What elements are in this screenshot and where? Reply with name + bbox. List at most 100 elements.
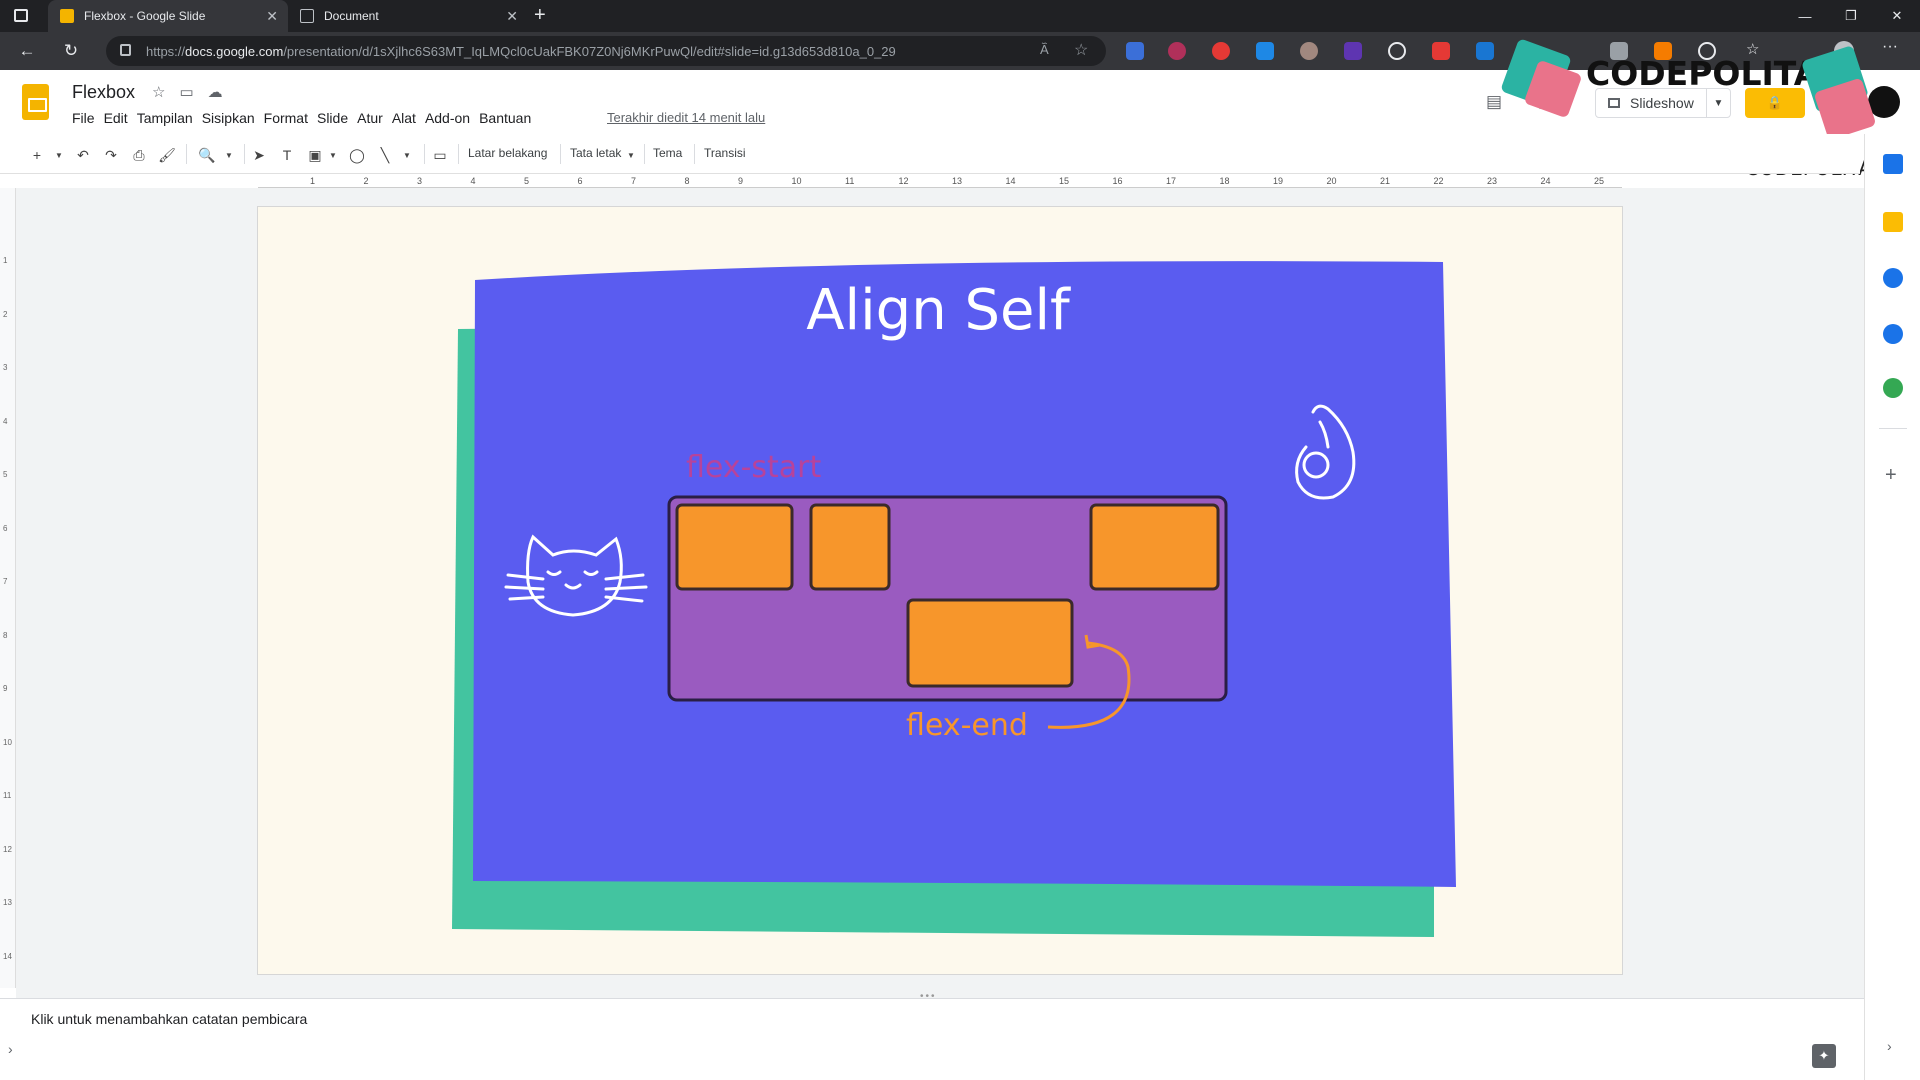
tab-document[interactable]: Document ✕ <box>288 0 528 32</box>
new-slide-icon[interactable]: + <box>26 144 48 166</box>
vertical-ruler[interactable]: 1 2 3 4 5 6 7 8 9 10 11 12 13 14 <box>0 188 16 988</box>
print-icon[interactable]: ⎙ <box>128 144 150 166</box>
keep-icon[interactable] <box>1883 212 1903 232</box>
background-button[interactable]: Latar belakang <box>468 146 547 160</box>
theme-button[interactable]: Tema <box>653 146 682 160</box>
menu-bar: File Edit Tampilan Sisipkan Format Slide… <box>72 110 540 126</box>
tab-flexbox[interactable]: Flexbox - Google Slide ✕ <box>48 0 288 32</box>
reload-icon[interactable]: ↻ <box>58 38 84 64</box>
minimize-icon[interactable]: — <box>1782 0 1828 32</box>
flex-item-2 <box>809 503 891 591</box>
slide-canvas[interactable]: Align Self flex-start flex-end <box>257 206 1623 975</box>
extension-icon[interactable] <box>1300 42 1318 60</box>
ruler-tick-label: 12 <box>898 176 909 186</box>
ruler-tick-label: 2 <box>3 309 8 319</box>
transition-button[interactable]: Transisi <box>704 146 746 160</box>
ruler-tick-label: 1 <box>3 256 8 265</box>
horizontal-ruler[interactable]: 1 2 3 4 5 6 7 8 9 10 11 12 13 14 15 16 17 18 19 20 21 22 23 24 2… <box>258 176 1622 188</box>
menu-file[interactable]: File <box>72 110 95 126</box>
ruler-tick-label: 3 <box>417 176 423 186</box>
maps-icon[interactable] <box>1883 378 1903 398</box>
extension-icon[interactable] <box>1168 42 1186 60</box>
back-icon[interactable]: ← <box>14 38 40 64</box>
chevron-down-icon[interactable]: ▼ <box>322 144 344 166</box>
ruler-tick-label: 9 <box>3 684 8 693</box>
contacts-icon[interactable] <box>1883 324 1903 344</box>
translate-extension-icon[interactable] <box>1126 42 1144 60</box>
chevron-down-icon[interactable]: ▼ <box>396 144 418 166</box>
close-window-icon[interactable]: ✕ <box>1874 0 1920 32</box>
url-field[interactable]: https://docs.google.com/presentation/d/1… <box>106 36 1106 66</box>
menu-tools[interactable]: Alat <box>392 110 416 126</box>
close-tab-icon[interactable]: ✕ <box>506 8 518 25</box>
chevron-down-icon[interactable]: ▼ <box>620 144 642 166</box>
zoom-icon[interactable]: 🔍 <box>196 144 218 166</box>
adblock-extension-icon[interactable] <box>1432 42 1450 60</box>
document-title[interactable]: Flexbox <box>72 82 135 103</box>
move-folder-icon[interactable]: ▭ <box>179 83 193 101</box>
tasks-icon[interactable] <box>1883 268 1903 288</box>
star-icon[interactable]: ☆ <box>152 83 165 101</box>
divider <box>694 144 695 164</box>
chevron-down-icon[interactable]: ▼ <box>218 144 240 166</box>
last-edit-link[interactable]: Terakhir diedit 14 menit lalu <box>607 110 765 125</box>
lock-icon <box>120 44 131 56</box>
ruler-tick-label: 7 <box>631 176 637 186</box>
react-extension-icon[interactable] <box>1388 42 1406 60</box>
explore-icon[interactable]: ✦ <box>1812 1044 1836 1068</box>
ruler-tick-label: 4 <box>470 176 476 186</box>
menu-edit[interactable]: Edit <box>104 110 128 126</box>
ruler-tick-label: 15 <box>1059 176 1070 186</box>
menu-view[interactable]: Tampilan <box>137 110 193 126</box>
layout-button[interactable]: Tata letak <box>570 146 621 160</box>
ruler-tick-label: 22 <box>1433 176 1444 186</box>
menu-arrange[interactable]: Atur <box>357 110 383 126</box>
speaker-notes-field[interactable]: Klik untuk menambahkan catatan pembicara <box>31 1011 307 1027</box>
add-comment-icon[interactable]: ▭ <box>429 144 451 166</box>
slide-title: Align Self <box>806 278 1071 343</box>
extension-icon[interactable] <box>1344 42 1362 60</box>
get-addons-icon[interactable]: + <box>1885 464 1897 487</box>
ruler-tick-label: 11 <box>845 176 855 186</box>
browser-menu-icon[interactable]: ··· <box>1882 38 1898 56</box>
paint-format-icon[interactable]: 🖌 <box>156 144 178 166</box>
ruler-tick-label: 17 <box>1166 176 1177 186</box>
ruler-tick-label: 12 <box>3 844 12 854</box>
new-tab-button[interactable]: + <box>534 4 546 27</box>
extension-icon[interactable] <box>1476 42 1494 60</box>
ruler-tick-label: 9 <box>738 176 744 186</box>
ruler-tick-label: 24 <box>1540 176 1551 186</box>
calendar-icon[interactable] <box>1883 154 1903 174</box>
menu-help[interactable]: Bantuan <box>479 110 531 126</box>
shape-icon[interactable]: ◯ <box>346 144 368 166</box>
tab-actions-icon[interactable] <box>14 9 28 22</box>
restore-icon[interactable]: ❐ <box>1828 0 1874 32</box>
favorite-star-icon[interactable]: ☆ <box>1074 40 1088 60</box>
ruler-tick-label: 21 <box>1380 176 1391 186</box>
ruler-tick-label: 20 <box>1326 176 1337 186</box>
read-aloud-icon[interactable]: A᷈ <box>1040 42 1049 57</box>
line-icon[interactable]: ╲ <box>374 144 396 166</box>
ruler-tick-label: 6 <box>3 523 8 533</box>
extension-icon[interactable] <box>1212 42 1230 60</box>
notes-resize-handle[interactable]: ••• <box>920 991 937 1002</box>
menu-insert[interactable]: Sisipkan <box>202 110 255 126</box>
filmstrip-expand-icon[interactable]: › <box>8 1041 13 1057</box>
hide-panel-icon[interactable]: › <box>1887 1038 1892 1054</box>
ruler-tick-label: 11 <box>3 791 12 800</box>
cloud-status-icon[interactable]: ☁ <box>208 83 223 101</box>
menu-addons[interactable]: Add-on <box>425 110 470 126</box>
extension-icon[interactable] <box>1256 42 1274 60</box>
menu-slide[interactable]: Slide <box>317 110 348 126</box>
select-cursor-icon[interactable]: ➤ <box>248 144 270 166</box>
menu-format[interactable]: Format <box>264 110 308 126</box>
close-tab-icon[interactable]: ✕ <box>266 8 278 25</box>
ruler-tick-label: 14 <box>1005 176 1016 186</box>
ruler-tick-label: 23 <box>1487 176 1498 186</box>
google-slides-logo-icon[interactable] <box>22 84 49 120</box>
redo-icon[interactable]: ↷ <box>100 144 122 166</box>
undo-icon[interactable]: ↶ <box>72 144 94 166</box>
ruler-tick-label: 2 <box>363 176 369 186</box>
chevron-down-icon[interactable]: ▼ <box>48 144 70 166</box>
text-box-icon[interactable]: T <box>276 144 298 166</box>
